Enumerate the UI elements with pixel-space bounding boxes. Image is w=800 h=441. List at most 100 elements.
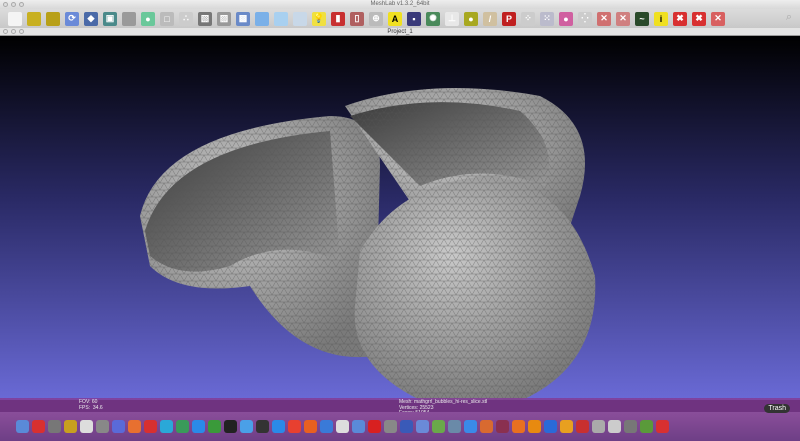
delete-vertices-icon[interactable]: ✖ bbox=[692, 11, 706, 26]
flat-lines-icon[interactable]: ▩ bbox=[236, 11, 250, 26]
dock-app-icon[interactable] bbox=[464, 420, 477, 433]
dock-app-icon[interactable] bbox=[512, 420, 525, 433]
save-icon[interactable]: ◆ bbox=[84, 11, 98, 26]
dock-app-icon[interactable] bbox=[32, 420, 45, 433]
document-window-controls[interactable] bbox=[3, 29, 24, 34]
dock-app-icon[interactable] bbox=[544, 420, 557, 433]
fps-label: FPS: bbox=[79, 404, 91, 411]
double-side-icon[interactable]: ▮ bbox=[331, 11, 345, 26]
dock-app-icon[interactable] bbox=[640, 420, 653, 433]
pickpoints-icon[interactable]: P bbox=[502, 11, 516, 26]
delete-selection-icon[interactable]: ✕ bbox=[711, 11, 725, 26]
wireframe-icon[interactable]: ▧ bbox=[198, 11, 212, 26]
points-icon[interactable]: ∴ bbox=[179, 11, 193, 26]
close-button[interactable] bbox=[3, 2, 8, 7]
viewport-info-bar: FOV: 60 FPS: 34.6 Mesh: mathgrrl_bubbles… bbox=[0, 398, 800, 416]
window-title-bar: MeshLab v1.3.2_64bit bbox=[0, 0, 800, 9]
annotation-icon[interactable]: A bbox=[388, 11, 402, 26]
import-folder-icon[interactable] bbox=[46, 11, 60, 26]
select-faces-icon[interactable]: ✕ bbox=[597, 11, 611, 26]
zoom-button[interactable] bbox=[19, 2, 24, 7]
smooth-icon[interactable] bbox=[274, 11, 288, 26]
dock-app-icon[interactable] bbox=[272, 420, 285, 433]
snapshot-icon[interactable]: ▣ bbox=[103, 11, 117, 26]
select-area-icon[interactable]: ✕ bbox=[616, 11, 630, 26]
dock-app-icon[interactable] bbox=[240, 420, 253, 433]
select-connected-icon[interactable]: ⁙ bbox=[540, 11, 554, 26]
dock-app-icon[interactable] bbox=[336, 420, 349, 433]
select-rect-icon[interactable]: ⁛ bbox=[578, 11, 592, 26]
dock-app-icon[interactable] bbox=[368, 420, 381, 433]
paint-icon[interactable]: ● bbox=[464, 11, 478, 26]
reload-icon[interactable]: ⟳ bbox=[65, 11, 79, 26]
dock-app-icon[interactable] bbox=[64, 420, 77, 433]
open-folder-icon[interactable] bbox=[27, 11, 41, 26]
trackball-icon[interactable]: ⊕ bbox=[369, 11, 383, 26]
dock-app-icon[interactable] bbox=[576, 420, 589, 433]
light-bulb-icon[interactable]: 💡 bbox=[312, 11, 326, 26]
select-vertices-icon[interactable]: ⁘ bbox=[521, 11, 535, 26]
dock-app-icon[interactable] bbox=[96, 420, 109, 433]
dock-app-icon[interactable] bbox=[16, 420, 29, 433]
dock-app-icon[interactable] bbox=[432, 420, 445, 433]
align-icon[interactable]: ✺ bbox=[426, 11, 440, 26]
dock-app-icon[interactable] bbox=[608, 420, 621, 433]
axis-icon[interactable]: ⊥ bbox=[445, 11, 459, 26]
dock-app-icon[interactable] bbox=[192, 420, 205, 433]
window-title: MeshLab v1.3.2_64bit bbox=[370, 1, 430, 7]
trash-tooltip: Trash bbox=[764, 404, 790, 413]
3d-viewport[interactable] bbox=[0, 36, 800, 400]
left-ring bbox=[140, 116, 380, 358]
dock-app-icon[interactable] bbox=[128, 420, 141, 433]
render-stats: FOV: 60 FPS: 34.6 bbox=[79, 399, 103, 411]
new-file-icon[interactable] bbox=[8, 11, 22, 26]
layers-icon[interactable] bbox=[122, 11, 136, 26]
minimize-button[interactable] bbox=[11, 2, 16, 7]
dock-app-icon[interactable] bbox=[160, 420, 173, 433]
dock-app-icon[interactable] bbox=[656, 420, 669, 433]
dock-app-icon[interactable] bbox=[304, 420, 317, 433]
dock-app-icon[interactable] bbox=[416, 420, 429, 433]
fruit-icon[interactable]: ● bbox=[559, 11, 573, 26]
dock-app-icon[interactable] bbox=[144, 420, 157, 433]
document-title: Project_1 bbox=[387, 29, 413, 35]
dock-app-icon[interactable] bbox=[592, 420, 605, 433]
measure-icon[interactable]: ~ bbox=[635, 11, 649, 26]
dock-app-icon[interactable] bbox=[560, 420, 573, 433]
fps-value: 34.6 bbox=[92, 404, 103, 411]
dock-app-icon[interactable] bbox=[384, 420, 397, 433]
dock-app-icon[interactable] bbox=[400, 420, 413, 433]
texture-icon[interactable] bbox=[293, 11, 307, 26]
dock-app-icon[interactable] bbox=[224, 420, 237, 433]
front-sphere bbox=[354, 176, 596, 400]
dock-app-icon[interactable] bbox=[288, 420, 301, 433]
search-icon[interactable]: ⌕ bbox=[786, 11, 792, 24]
info-icon[interactable]: i bbox=[654, 11, 668, 26]
dock-app-icon[interactable] bbox=[208, 420, 221, 433]
dock-app-icon[interactable] bbox=[112, 420, 125, 433]
doc-minimize-button[interactable] bbox=[11, 29, 16, 34]
dock-app-icon[interactable] bbox=[528, 420, 541, 433]
dock-app-icon[interactable] bbox=[448, 420, 461, 433]
dock-app-icon[interactable] bbox=[80, 420, 93, 433]
delete-faces-icon[interactable]: ✖ bbox=[673, 11, 687, 26]
dock-app-icon[interactable] bbox=[624, 420, 637, 433]
window-controls[interactable] bbox=[3, 2, 24, 7]
color-mode-icon[interactable]: ▯ bbox=[350, 11, 364, 26]
dock-app-icon[interactable] bbox=[176, 420, 189, 433]
dock-app-icon[interactable] bbox=[320, 420, 333, 433]
doc-zoom-button[interactable] bbox=[19, 29, 24, 34]
bbox-icon[interactable]: □ bbox=[160, 11, 174, 26]
dock-app-icon[interactable] bbox=[48, 420, 61, 433]
dock-app-icon[interactable] bbox=[496, 420, 509, 433]
document-title-bar: Project_1 bbox=[0, 28, 800, 36]
brush-icon[interactable]: / bbox=[483, 11, 497, 26]
dock-app-icon[interactable] bbox=[256, 420, 269, 433]
globe-icon[interactable]: ● bbox=[141, 11, 155, 26]
doc-close-button[interactable] bbox=[3, 29, 8, 34]
dock-app-icon[interactable] bbox=[352, 420, 365, 433]
flat-icon[interactable] bbox=[255, 11, 269, 26]
dock-app-icon[interactable] bbox=[480, 420, 493, 433]
raster-icon[interactable]: ▪ bbox=[407, 11, 421, 26]
hidden-lines-icon[interactable]: ▨ bbox=[217, 11, 231, 26]
